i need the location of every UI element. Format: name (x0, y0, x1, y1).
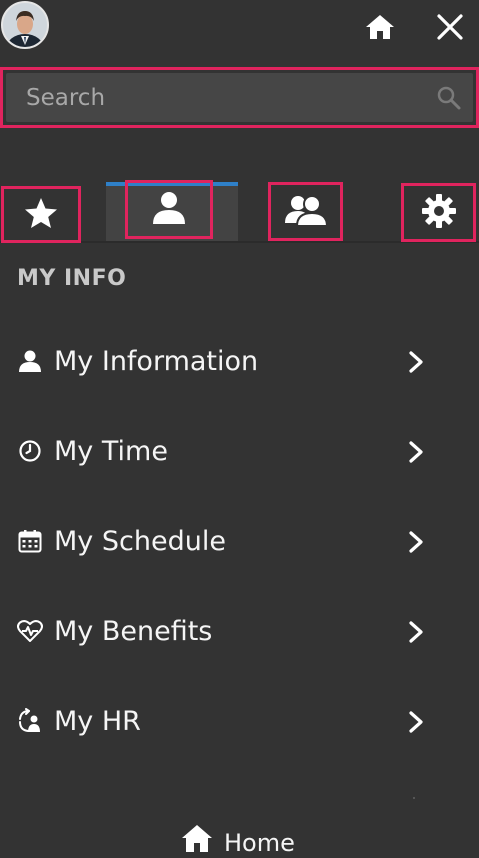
menu-item-label: My Information (54, 345, 259, 377)
search-icon[interactable] (435, 84, 463, 112)
chevron-right-icon (404, 709, 428, 735)
people-icon (284, 193, 328, 231)
star-icon (24, 197, 58, 233)
tab-my-info[interactable] (125, 180, 213, 239)
menu-item-my-information[interactable]: My Information (0, 316, 479, 406)
avatar[interactable] (1, 1, 49, 49)
home-icon (180, 823, 214, 857)
scroll-indicator-dot (413, 797, 415, 799)
section-title: MY INFO (17, 266, 127, 291)
chevron-right-icon (404, 529, 428, 555)
tab-favorites[interactable] (1, 186, 81, 243)
chevron-right-icon (404, 439, 428, 465)
gear-icon (421, 193, 457, 233)
menu-item-my-time[interactable]: My Time (0, 406, 479, 496)
menu-item-my-hr[interactable]: My HR (0, 676, 479, 766)
tab-bar (0, 180, 479, 244)
menu-item-label: My Time (54, 435, 168, 467)
search-box (0, 67, 479, 128)
menu-item-my-schedule[interactable]: My Schedule (0, 496, 479, 586)
home-icon[interactable] (360, 7, 400, 47)
menu-item-my-benefits[interactable]: My Benefits (0, 586, 479, 676)
clock-icon (17, 438, 43, 464)
calendar-icon (17, 528, 43, 554)
my-info-menu: My Information My Time My Schedule My Be… (0, 316, 479, 766)
navigation-drawer: MY INFO My Information My Time (0, 0, 479, 858)
hr-cycle-icon (17, 708, 43, 734)
tab-team[interactable] (268, 182, 343, 241)
person-icon (17, 348, 43, 374)
menu-item-label: My Benefits (54, 615, 213, 647)
chevron-right-icon (404, 349, 428, 375)
footer-home-link[interactable]: Home (180, 823, 295, 857)
menu-item-label: My Schedule (54, 525, 226, 557)
tab-settings[interactable] (401, 183, 476, 242)
heart-pulse-icon (17, 618, 43, 644)
person-icon (151, 190, 187, 230)
search-field-container (6, 73, 473, 122)
search-input[interactable] (26, 84, 435, 111)
chevron-right-icon (404, 619, 428, 645)
menu-item-label: My HR (54, 705, 141, 737)
avatar-image (3, 3, 47, 47)
footer-home-label: Home (224, 829, 295, 857)
close-icon[interactable] (430, 7, 470, 47)
